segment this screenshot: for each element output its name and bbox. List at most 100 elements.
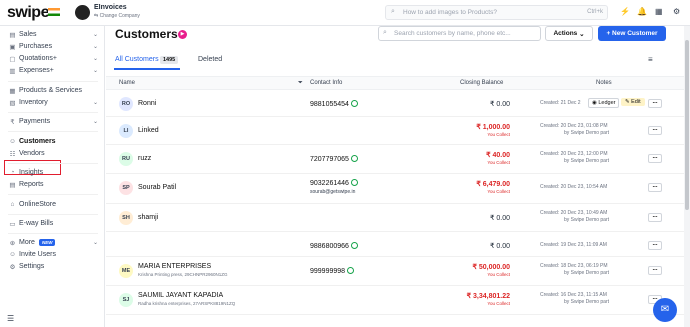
actions-button[interactable]: Actions ⌄ xyxy=(545,26,593,41)
doc-icon: ▢ xyxy=(9,55,16,63)
change-company-link[interactable]: ⇆ Change Company xyxy=(94,13,140,19)
more-options-button[interactable]: ... xyxy=(648,99,662,108)
chevron-down-icon: ⌄ xyxy=(92,100,98,106)
page-title: Customers xyxy=(115,27,178,41)
phone-text: 9881055454 xyxy=(310,101,349,108)
settings-sliders-icon[interactable]: ≡ xyxy=(648,55,653,64)
closing-balance: ₹ 50,000.00 xyxy=(472,264,510,271)
phone-text: 9886800966 xyxy=(310,243,349,250)
sidebar-item-products[interactable]: ▦ Products & Services xyxy=(8,85,100,96)
sidebar-item-inventory[interactable]: ▧ Inventory ⌄ xyxy=(8,97,100,108)
plus-icon: ⊕ xyxy=(9,239,16,247)
you-collect-label: You Collect xyxy=(487,160,510,165)
sidebar-divider xyxy=(8,214,98,215)
sidebar-item-expenses[interactable]: ▥ Expenses+ ⌄ xyxy=(8,65,100,76)
customer-name[interactable]: Ronni xyxy=(138,100,156,107)
scrollbar-thumb[interactable] xyxy=(685,40,689,210)
note-created: Created: 21 Dec 2 xyxy=(540,100,581,106)
closing-balance: ₹ 1,000.00 xyxy=(476,124,510,131)
tab-deleted[interactable]: Deleted xyxy=(198,56,222,63)
sidebar-item-quotations[interactable]: ▢ Quotations+ ⌄ xyxy=(8,53,100,64)
shortcut-hint: Ctrl+k xyxy=(587,9,603,15)
note-created: Created: 20 Dec 23, 12:00 PM xyxy=(540,151,608,157)
note-created-by: by Swipe Demo part xyxy=(564,158,610,164)
customer-search-input[interactable]: ⌕ Search customers by name, phone etc... xyxy=(378,26,541,41)
sidebar-item-insights[interactable]: ◔ Insights xyxy=(8,167,100,178)
sidebar-item-onlinestore[interactable]: ⌂ OnlineStore xyxy=(8,199,100,210)
filter-icon[interactable]: ⏷ xyxy=(298,80,303,87)
company-avatar[interactable] xyxy=(75,5,90,20)
help-search-input[interactable]: ⌕ How to add images to Products? Ctrl+k xyxy=(385,5,608,20)
tab-all-customers[interactable]: All Customers xyxy=(115,56,159,63)
more-options-button[interactable]: ... xyxy=(648,213,662,222)
swipe-logo[interactable]: swipe xyxy=(7,4,49,22)
you-collect-label: You Collect xyxy=(487,189,510,194)
chat-icon[interactable]: ✉ xyxy=(653,298,677,322)
header-name[interactable]: Name xyxy=(119,80,135,86)
gear-icon[interactable]: ⚙ xyxy=(673,7,680,16)
customer-name[interactable]: Linked xyxy=(138,127,159,134)
actions-label: Actions xyxy=(553,30,578,37)
sidebar-item-customers[interactable]: ☺ Customers xyxy=(8,136,100,147)
sidebar-divider xyxy=(8,81,98,82)
edit-button[interactable]: ✎ Edit xyxy=(621,98,645,106)
chevron-down-icon: ⌄ xyxy=(92,240,98,246)
invite-icon: ☺ xyxy=(9,251,16,258)
sidebar-item-more[interactable]: ⊕ More NEW ⌄ xyxy=(8,237,100,248)
customer-name[interactable]: shamji xyxy=(138,214,158,221)
user-icon: ☺ xyxy=(9,138,16,145)
sidebar-label: Invite Users xyxy=(19,251,56,258)
avatar: RU xyxy=(119,152,133,166)
avatar: ME xyxy=(119,264,133,278)
customer-name[interactable]: SAUMIL JAYANT KAPADIA xyxy=(138,292,223,299)
more-options-button[interactable]: ... xyxy=(648,183,662,192)
customer-name[interactable]: Sourab Patil xyxy=(138,184,176,191)
whatsapp-icon[interactable] xyxy=(350,155,358,162)
help-search-placeholder: How to add images to Products? xyxy=(403,9,497,16)
sidebar-label: Inventory xyxy=(19,99,48,106)
sidebar-item-eway-bills[interactable]: ▭ E-way Bills xyxy=(8,218,100,229)
customer-name[interactable]: ruzz xyxy=(138,155,151,162)
avatar: SP xyxy=(119,181,133,195)
phone-number: 9032261446 xyxy=(310,179,358,187)
new-badge: NEW xyxy=(38,239,56,246)
whatsapp-icon[interactable] xyxy=(350,242,358,249)
header-balance[interactable]: Closing Balance xyxy=(460,80,503,86)
sidebar-item-vendors[interactable]: ☷ Vendors xyxy=(8,148,100,159)
bell-icon[interactable]: 🔔 xyxy=(637,7,647,16)
more-options-button[interactable]: ... xyxy=(648,266,662,275)
whatsapp-icon[interactable] xyxy=(347,267,355,274)
closing-balance: ₹ 40.00 xyxy=(486,152,510,159)
sidebar-label: Quotations+ xyxy=(19,55,57,62)
phone-text: 9032261446 xyxy=(310,180,349,187)
active-tab-indicator xyxy=(114,68,180,70)
sidebar-item-invite-users[interactable]: ☺ Invite Users xyxy=(8,249,100,260)
change-company-label: Change Company xyxy=(99,13,140,19)
company-name[interactable]: EInvoices xyxy=(94,4,127,11)
more-options-button[interactable]: ... xyxy=(648,154,662,163)
store-icon: ⌂ xyxy=(10,201,15,208)
play-video-icon[interactable]: ▶ xyxy=(178,30,187,39)
sidebar-item-reports[interactable]: ▤ Reports xyxy=(8,179,100,190)
customer-name[interactable]: MARIA ENTERPRISES xyxy=(138,263,211,270)
lightning-icon[interactable]: ⚡ xyxy=(620,7,630,16)
you-collect-label: You Collect xyxy=(487,132,510,137)
sidebar-item-payments[interactable]: ₹ Payments ⌄ xyxy=(8,116,100,127)
sidebar-item-purchases[interactable]: ▣ Purchases ⌄ xyxy=(8,41,100,52)
new-customer-button[interactable]: + New Customer xyxy=(598,26,666,41)
whatsapp-icon[interactable] xyxy=(350,179,358,186)
sidebar-label: Payments xyxy=(19,118,51,125)
menu-icon[interactable]: ☰ xyxy=(7,314,14,323)
phone-number: 9881055454 xyxy=(310,100,358,108)
more-options-button[interactable]: ... xyxy=(648,126,662,135)
customer-company: Krishna Printing press, 29CHNPR2960N1ZG xyxy=(138,272,228,277)
sidebar-item-settings[interactable]: ⚙ Settings xyxy=(8,261,100,272)
more-options-button[interactable]: ... xyxy=(648,241,662,250)
apps-icon[interactable]: ▦ xyxy=(655,7,663,16)
whatsapp-icon[interactable] xyxy=(350,100,358,107)
ledger-button[interactable]: ◉ Ledger xyxy=(588,98,620,108)
chevron-down-icon: ⌄ xyxy=(92,32,98,38)
sidebar-item-sales[interactable]: ▤ Sales ⌄ xyxy=(8,29,100,40)
note-created: Created: 20 Dec 23, 01:08 PM xyxy=(540,123,608,129)
you-collect-label: You Collect xyxy=(487,301,510,306)
